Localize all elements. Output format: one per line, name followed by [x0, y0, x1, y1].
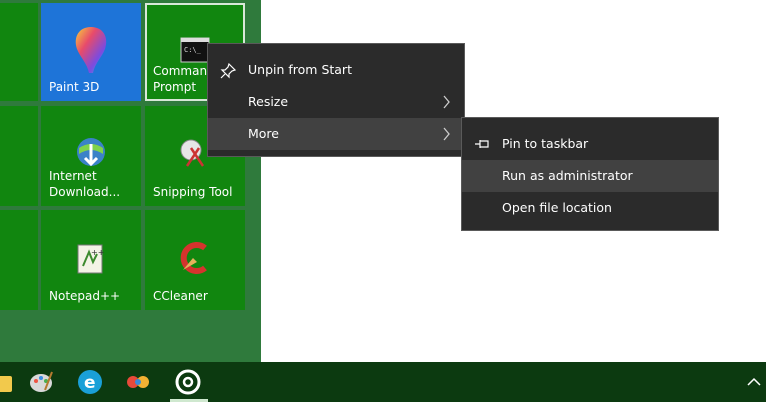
menu-item-label: Run as administrator: [502, 168, 633, 183]
menu-item-unpin-from-start[interactable]: Unpin from Start: [208, 54, 464, 86]
menu-item-run-as-administrator[interactable]: Run as administrator: [462, 160, 718, 192]
tile-label: CCleaner: [153, 289, 208, 303]
menu-item-resize[interactable]: Resize: [208, 86, 464, 118]
tile-partial-left-1[interactable]: [0, 3, 38, 101]
menu-item-open-file-location[interactable]: Open file location: [462, 192, 718, 224]
tile-paint-3d[interactable]: Paint 3D: [41, 3, 141, 101]
tile-label: Snipping Tool: [153, 185, 233, 199]
command-prompt-icon: C:\_: [180, 37, 210, 63]
menu-item-label: Resize: [248, 94, 289, 109]
pin-icon: [475, 140, 489, 148]
menu-item-label: Pin to taskbar: [502, 136, 589, 151]
tile-ccleaner[interactable]: CCleaner: [145, 210, 245, 310]
paint-palette-icon[interactable]: [27, 368, 55, 396]
tile-label: Notepad++: [49, 289, 121, 303]
tile-partial-left-2[interactable]: [0, 106, 38, 206]
circular-app-icon[interactable]: [174, 368, 202, 396]
tile-notepadpp[interactable]: ++ Notepad++: [41, 210, 141, 310]
tile-label: Internet Download...: [49, 169, 121, 199]
more-submenu: Pin to taskbar Run as administrator Open…: [461, 117, 719, 231]
chevron-right-icon: [443, 127, 450, 141]
infinity-app-icon[interactable]: [124, 368, 152, 396]
internet-download-manager-icon: [77, 138, 105, 167]
context-menu: Unpin from Start Resize More: [207, 43, 465, 157]
menu-item-label: Open file location: [502, 200, 612, 215]
ccleaner-icon: [180, 242, 207, 274]
folder-icon[interactable]: [0, 368, 14, 396]
paint3d-icon: [75, 27, 107, 73]
edge-e-icon[interactable]: e: [76, 368, 104, 396]
tile-label: Command Prompt: [153, 64, 215, 94]
taskbar: e: [0, 362, 766, 402]
chevron-right-icon: [443, 95, 450, 109]
unpin-icon: [220, 63, 236, 79]
menu-item-label: More: [248, 126, 279, 141]
notepadpp-icon: ++: [77, 244, 104, 274]
svg-text:e: e: [84, 373, 96, 393]
menu-item-pin-to-taskbar[interactable]: Pin to taskbar: [462, 128, 718, 160]
svg-text:C:\_: C:\_: [184, 46, 202, 54]
tile-label: Paint 3D: [49, 80, 100, 94]
menu-item-more[interactable]: More: [208, 118, 464, 150]
tile-partial-left-3[interactable]: [0, 210, 38, 310]
chevron-up-icon[interactable]: [740, 368, 766, 396]
tile-internet-download-manager[interactable]: Internet Download...: [41, 106, 141, 206]
svg-text:++: ++: [91, 248, 104, 257]
menu-item-label: Unpin from Start: [248, 62, 352, 77]
